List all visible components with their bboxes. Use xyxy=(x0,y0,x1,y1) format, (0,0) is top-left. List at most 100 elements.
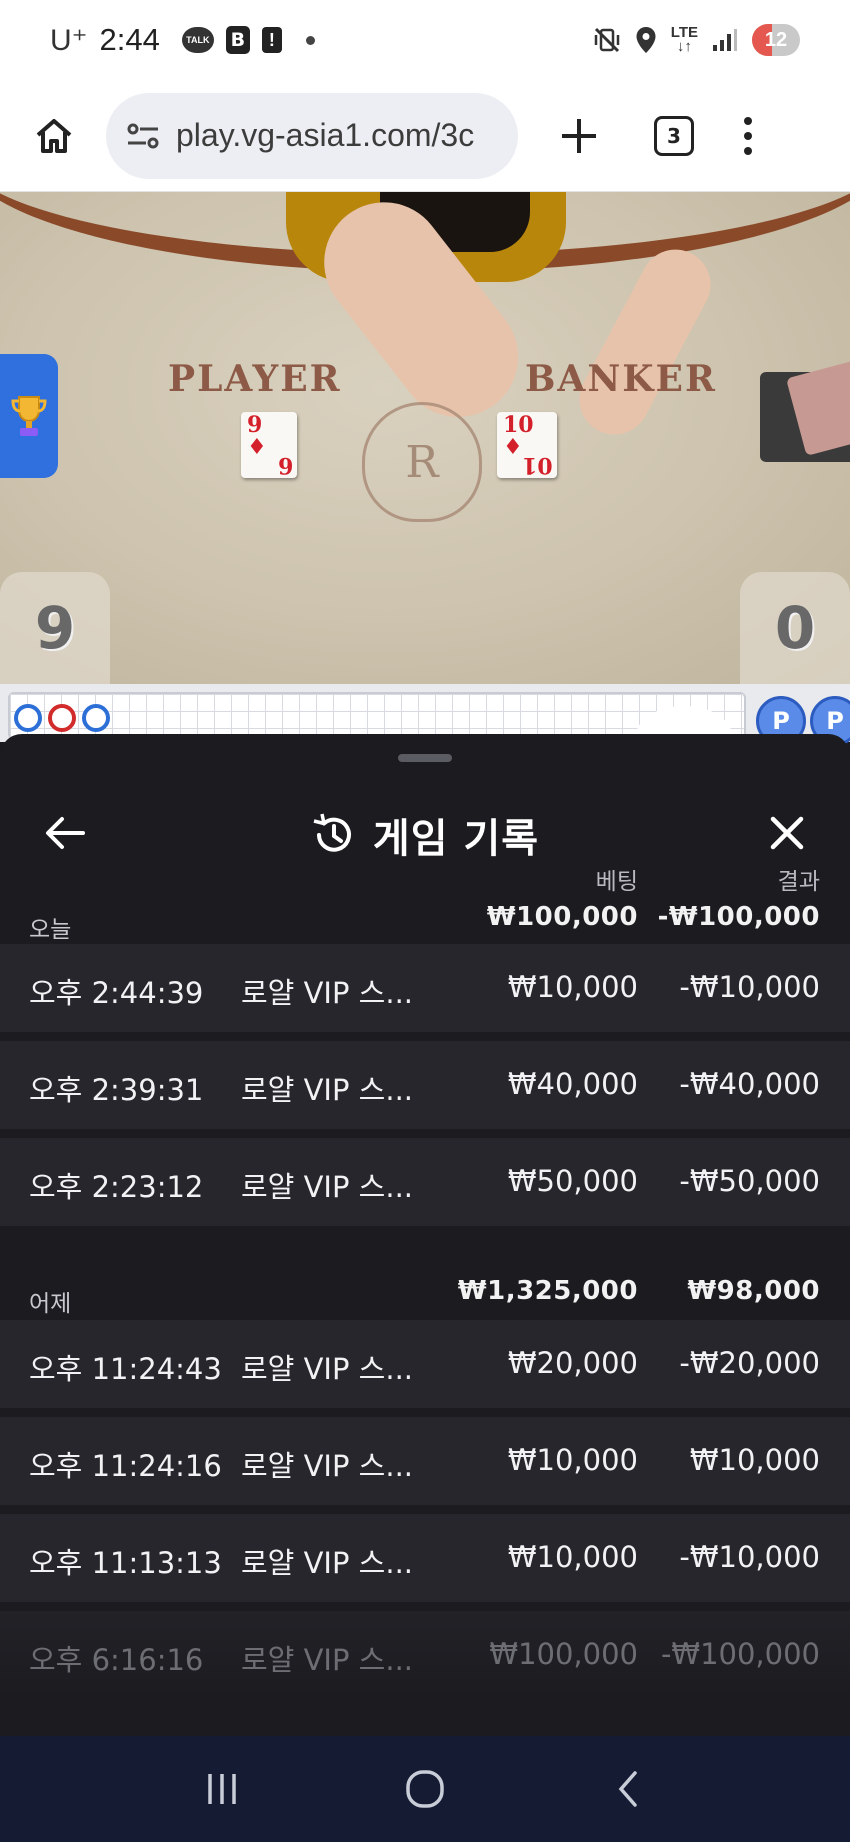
column-header-result: 결과 xyxy=(777,869,820,895)
location-icon xyxy=(636,27,656,53)
menu-dot-icon xyxy=(744,131,752,140)
sheet-title: 게임 기록 xyxy=(372,816,540,862)
banker-label: BANKER xyxy=(525,358,717,400)
royal-crest-logo: R xyxy=(362,402,482,522)
close-icon xyxy=(770,816,804,850)
battery-icon: 12 xyxy=(752,24,800,56)
row-time: 오후 2:44:39 xyxy=(29,976,204,1010)
close-button[interactable] xyxy=(762,808,812,858)
system-nav-bar xyxy=(0,1736,850,1842)
kakaotalk-icon: TALK xyxy=(181,27,214,53)
row-bet: ₩10,000 xyxy=(507,970,638,1004)
game-video[interactable]: PLAYER BANKER 9 ♦ 6 10 ♦ 01 R 9 0 xyxy=(0,192,850,684)
row-time: 오후 11:24:43 xyxy=(29,1352,222,1386)
row-time: 오후 6:16:16 xyxy=(29,1643,204,1677)
section-total-result: ₩98,000 xyxy=(687,1276,820,1306)
history-row[interactable]: 오후 2:44:39 로얄 VIP 스... ₩10,000 -₩10,000 xyxy=(0,944,850,1032)
recent-apps-icon xyxy=(207,1774,236,1804)
home-icon xyxy=(36,118,72,153)
row-bet: ₩10,000 xyxy=(507,1443,638,1477)
blog-icon: B xyxy=(225,26,250,54)
chevron-left-icon xyxy=(618,1771,638,1807)
menu-dot-icon xyxy=(744,146,752,155)
banker-card: 10 ♦ 01 xyxy=(497,412,557,478)
section-label: 오늘 xyxy=(29,917,72,943)
row-time: 오후 2:23:12 xyxy=(29,1170,204,1204)
section-total-result: -₩100,000 xyxy=(657,902,820,932)
more-menu-button[interactable] xyxy=(742,116,754,155)
bead-player-1 xyxy=(14,704,42,732)
sheet-header: 게임 기록 xyxy=(0,778,850,898)
column-header-bet: 베팅 xyxy=(595,869,638,895)
signal-icon xyxy=(713,29,737,51)
tab-switcher-button[interactable]: 3 xyxy=(654,115,694,156)
row-bet: ₩20,000 xyxy=(507,1346,638,1380)
phone-screen: U⁺ 2:44 TALK B ! LTE ↓↑ 12 play.vg-asia1… xyxy=(0,0,850,1842)
row-result: -₩100,000 xyxy=(660,1637,820,1671)
browser-toolbar: play.vg-asia1.com/3c 3 xyxy=(0,80,850,192)
history-row[interactable]: 오후 2:39:31 로얄 VIP 스... ₩40,000 -₩40,000 xyxy=(0,1041,850,1129)
row-bet: ₩40,000 xyxy=(507,1067,638,1101)
section-label: 어제 xyxy=(29,1291,72,1317)
new-tab-button[interactable] xyxy=(556,113,602,159)
row-game: 로얄 VIP 스... xyxy=(241,976,414,1010)
row-game: 로얄 VIP 스... xyxy=(241,1073,414,1107)
row-time: 오후 2:39:31 xyxy=(29,1073,204,1107)
row-bet: ₩100,000 xyxy=(489,1637,638,1671)
player-card-bottom: 6 xyxy=(277,452,293,478)
row-result: -₩10,000 xyxy=(679,970,820,1004)
url-text: play.vg-asia1.com/3c xyxy=(176,117,475,153)
trophy-button[interactable] xyxy=(0,354,58,478)
history-row[interactable]: 오후 2:23:12 로얄 VIP 스... ₩50,000 -₩50,000 xyxy=(0,1138,850,1226)
row-game: 로얄 VIP 스... xyxy=(241,1352,414,1386)
trophy-icon xyxy=(11,396,47,436)
row-game: 로얄 VIP 스... xyxy=(241,1170,414,1204)
site-settings-icon[interactable] xyxy=(126,121,160,151)
back-nav-button[interactable] xyxy=(598,1759,658,1819)
row-result: -₩10,000 xyxy=(679,1540,820,1574)
bead-player-2 xyxy=(82,704,110,732)
game-history-sheet: 게임 기록 베팅 결과 오늘 ₩100,000 -₩100,000 오후 2:4… xyxy=(0,734,850,1736)
row-time: 오후 11:24:16 xyxy=(29,1449,222,1483)
history-row[interactable]: 오후 11:13:13 로얄 VIP 스... ₩10,000 -₩10,000 xyxy=(0,1514,850,1602)
carrier-label: U⁺ xyxy=(50,23,88,57)
row-game: 로얄 VIP 스... xyxy=(241,1546,414,1580)
row-time: 오후 11:13:13 xyxy=(29,1546,222,1580)
history-row[interactable]: 오후 11:24:43 로얄 VIP 스... ₩20,000 -₩20,000 xyxy=(0,1320,850,1408)
bead-banker-1 xyxy=(48,704,76,732)
section-header-today: 오늘 ₩100,000 -₩100,000 xyxy=(0,894,850,944)
recent-apps-button[interactable] xyxy=(192,1759,252,1819)
battery-level: 12 xyxy=(764,28,788,51)
vibrate-mute-icon xyxy=(594,27,620,53)
status-bar: U⁺ 2:44 TALK B ! LTE ↓↑ 12 xyxy=(0,0,850,80)
row-result: -₩20,000 xyxy=(679,1346,820,1380)
home-circle-icon xyxy=(406,1770,444,1808)
alert-icon: ! xyxy=(261,27,282,53)
status-time: 2:44 xyxy=(99,22,160,57)
player-score: 9 xyxy=(0,572,110,684)
sheet-drag-handle[interactable] xyxy=(398,754,452,762)
history-row[interactable]: 오후 11:24:16 로얄 VIP 스... ₩10,000 ₩10,000 xyxy=(0,1417,850,1505)
menu-dot-icon xyxy=(744,116,752,125)
row-result: -₩50,000 xyxy=(679,1164,820,1198)
history-icon xyxy=(313,813,351,852)
section-total-bet: ₩100,000 xyxy=(486,902,638,932)
section-header-yesterday: 어제 ₩1,325,000 ₩98,000 xyxy=(0,1268,850,1318)
banker-card-bottom: 01 xyxy=(522,452,553,478)
home-nav-button[interactable] xyxy=(395,1759,455,1819)
section-total-bet: ₩1,325,000 xyxy=(457,1276,638,1306)
home-button[interactable] xyxy=(24,106,84,166)
player-card: 9 ♦ 6 xyxy=(241,412,297,478)
history-row[interactable]: 오후 6:16:16 로얄 VIP 스... ₩100,000 -₩100,00… xyxy=(0,1611,850,1699)
network-indicator: LTE ↓↑ xyxy=(670,24,698,55)
row-bet: ₩50,000 xyxy=(507,1164,638,1198)
banker-card-suit: ♦ xyxy=(503,434,523,460)
player-card-suit: ♦ xyxy=(247,434,267,460)
address-bar[interactable]: play.vg-asia1.com/3c xyxy=(106,92,518,179)
banker-score: 0 xyxy=(740,572,850,684)
dot-icon xyxy=(305,35,315,45)
row-game: 로얄 VIP 스... xyxy=(241,1449,414,1483)
row-bet: ₩10,000 xyxy=(507,1540,638,1574)
row-result: -₩40,000 xyxy=(679,1067,820,1101)
row-game: 로얄 VIP 스... xyxy=(241,1643,414,1677)
